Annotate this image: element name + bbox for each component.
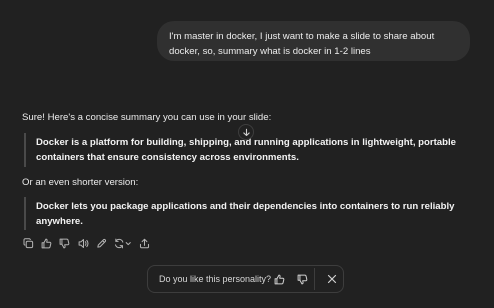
good-response-button[interactable] bbox=[38, 235, 54, 251]
copy-icon bbox=[23, 237, 33, 248]
user-message-line: I'm master in docker, I just want to mak… bbox=[169, 31, 435, 42]
short-summary-quote-line: Docker lets you package applications and… bbox=[36, 201, 455, 212]
summary-quote-line: containers that ensure consistency acros… bbox=[36, 152, 299, 163]
like-personality-button[interactable] bbox=[272, 272, 286, 286]
share-button[interactable] bbox=[136, 235, 152, 251]
read-aloud-button[interactable] bbox=[75, 235, 91, 251]
personality-feedback-question: Do you like this personality? bbox=[159, 274, 272, 284]
copy-button[interactable] bbox=[20, 235, 36, 251]
thumbs-down-icon bbox=[297, 274, 307, 284]
user-message-bubble: I'm master in docker, I just want to mak… bbox=[157, 21, 470, 61]
read-aloud-icon bbox=[78, 238, 89, 248]
short-summary-quote-line: anywhere. bbox=[36, 216, 83, 227]
message-action-bar bbox=[20, 235, 155, 251]
close-feedback-button[interactable] bbox=[325, 272, 339, 286]
thumbs-down-icon bbox=[59, 238, 70, 248]
feedback-divider bbox=[314, 268, 315, 290]
dislike-personality-button[interactable] bbox=[295, 272, 309, 286]
user-message-line: docker, so, summary what is docker in 1-… bbox=[169, 46, 371, 57]
edit-button[interactable] bbox=[94, 235, 110, 251]
thumbs-up-icon bbox=[41, 238, 52, 248]
scroll-to-bottom-button[interactable] bbox=[238, 124, 254, 140]
regenerate-button[interactable] bbox=[112, 235, 134, 251]
share-icon bbox=[139, 238, 149, 248]
short-summary-quote: Docker lets you package applications and… bbox=[24, 197, 455, 230]
arrow-down-icon bbox=[242, 128, 250, 136]
edit-icon bbox=[97, 238, 107, 248]
close-icon bbox=[327, 274, 337, 284]
thumbs-up-icon bbox=[274, 274, 284, 284]
personality-feedback-bar: Do you like this personality? bbox=[147, 265, 344, 293]
regenerate-icon bbox=[114, 238, 131, 248]
assistant-intro-text: Sure! Here's a concise summary you can u… bbox=[22, 112, 272, 123]
alternative-intro-text: Or an even shorter version: bbox=[22, 177, 139, 188]
bad-response-button[interactable] bbox=[57, 235, 73, 251]
